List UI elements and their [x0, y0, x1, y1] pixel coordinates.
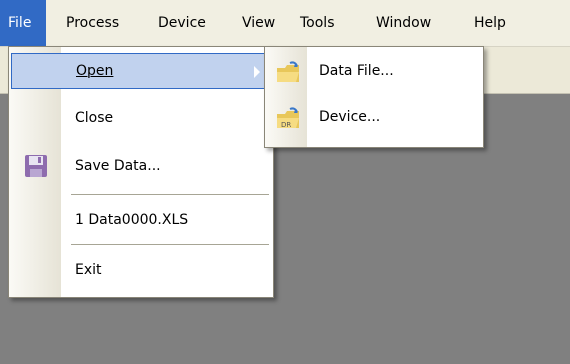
menu-item-save-data-label: Save Data...: [75, 158, 161, 174]
svg-text:DR: DR: [281, 121, 291, 129]
submenu-item-data-file-label: Data File...: [319, 63, 394, 79]
menu-help[interactable]: Help: [466, 0, 514, 46]
submenu-item-device-label: Device...: [319, 109, 381, 125]
submenu-arrow-icon: [254, 66, 260, 78]
menu-tools[interactable]: Tools: [292, 0, 343, 46]
menu-item-exit-label: Exit: [75, 262, 102, 278]
menu-process-label: Process: [66, 15, 120, 31]
menu-process[interactable]: Process: [58, 0, 127, 46]
menu-tools-label: Tools: [300, 15, 335, 31]
submenu-item-device[interactable]: DR Device...: [267, 101, 481, 137]
submenu-item-data-file[interactable]: Data File...: [267, 55, 481, 91]
menu-item-open[interactable]: Open: [11, 53, 271, 89]
menu-device-label: Device: [158, 15, 206, 31]
menu-file-label: File: [8, 15, 32, 31]
menu-device[interactable]: Device: [150, 0, 214, 46]
menu-separator: [71, 244, 269, 245]
open-folder-icon: [277, 61, 299, 82]
menu-window[interactable]: Window: [368, 0, 439, 46]
menu-item-recent-file-label: 1 Data0000.XLS: [75, 212, 189, 228]
menu-item-close-label: Close: [75, 110, 114, 126]
floppy-disk-icon: [25, 155, 47, 177]
menu-item-open-label: Open: [76, 63, 114, 79]
menu-item-save-data[interactable]: Save Data...: [11, 149, 271, 185]
menu-view-label: View: [242, 15, 276, 31]
menu-bar: File Process Device View Tools Window He…: [0, 0, 570, 47]
menu-separator: [71, 194, 269, 195]
menu-item-recent-file[interactable]: 1 Data0000.XLS: [11, 203, 271, 239]
menu-file[interactable]: File: [0, 0, 46, 46]
menu-item-exit[interactable]: Exit: [11, 253, 271, 289]
device-folder-icon: DR: [277, 107, 299, 129]
menu-view[interactable]: View: [234, 0, 283, 46]
file-menu: Open Close Save Data... 1 Data0000.XLS E…: [8, 46, 274, 298]
menu-item-close[interactable]: Close: [11, 101, 271, 137]
open-submenu: Data File... DR Device...: [264, 46, 484, 148]
menu-help-label: Help: [474, 15, 506, 31]
menu-window-label: Window: [376, 15, 432, 31]
